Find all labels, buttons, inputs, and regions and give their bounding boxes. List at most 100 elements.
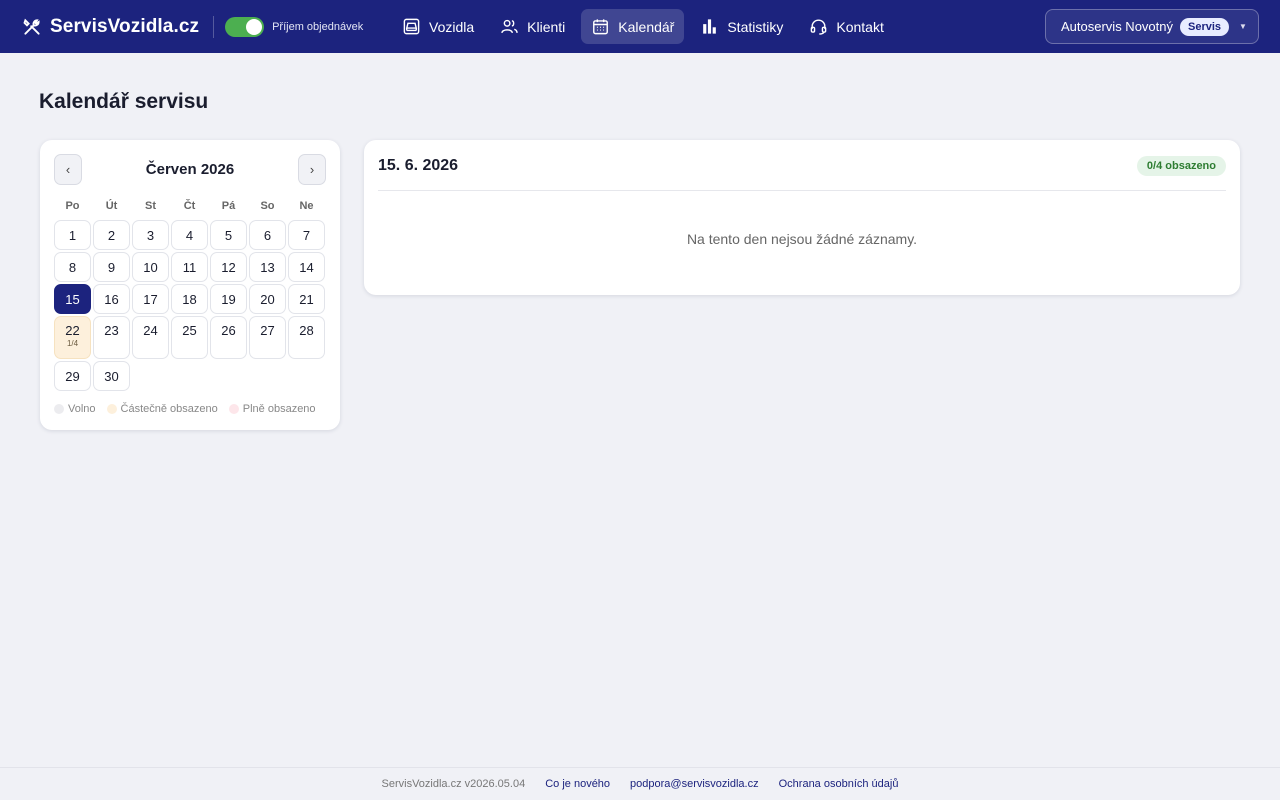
calendar-day[interactable]: 30 [93,361,130,391]
calendar-day[interactable]: 11 [171,252,208,282]
calendar-day[interactable]: 10 [132,252,169,282]
day-number: 4 [185,227,194,243]
nav-item-clients[interactable]: Klienti [490,9,575,44]
legend-swatch [106,404,117,414]
day-number: 16 [104,291,119,307]
nav-label: Klienti [527,18,566,35]
calendar-day[interactable]: 4 [171,220,208,250]
order-intake-toggle[interactable] [225,16,265,37]
day-detail-card: 15. 6. 2026 0/4 obsazeno Na tento den ne… [364,140,1240,295]
calendar-day[interactable]: 5 [210,220,247,250]
calendar-day[interactable]: 29 [54,361,91,391]
calendar-day[interactable]: 6 [249,220,286,250]
day-number: 14 [299,259,314,275]
day-number: 21 [299,291,314,307]
day-number: 26 [221,323,236,338]
calendar-day[interactable]: 23 [93,316,130,359]
calendar-day[interactable]: 2 [93,220,130,250]
brand[interactable]: ServisVozidla.cz [22,16,199,38]
role-badge: Servis [1180,17,1230,36]
calendar-day[interactable]: 13 [249,252,286,282]
privacy-link[interactable]: Ochrana osobních údajů [779,778,899,790]
calendar-day[interactable]: 18 [171,284,208,314]
legend-swatch [54,404,64,414]
car-icon [403,18,420,35]
brand-name: ServisVozidla.cz [50,15,200,37]
day-number: 18 [182,291,197,307]
day-number: 15 [65,291,80,307]
whats-new-link[interactable]: Co je nového [545,778,610,790]
calendar-day[interactable]: 15 [54,284,91,314]
bar-chart-icon [703,19,717,34]
calendar-day[interactable]: 26 [210,316,247,359]
calendar-day[interactable]: 12 [210,252,247,282]
day-number: 9 [107,259,116,275]
day-number: 17 [143,291,158,307]
day-number: 5 [224,227,233,243]
calendar-day[interactable]: 16 [93,284,130,314]
calendar-day[interactable]: 17 [132,284,169,314]
calendar-day[interactable]: 3 [132,220,169,250]
day-number: 25 [182,323,197,338]
calendar-day[interactable]: 22 1/4 [54,316,91,359]
day-number: 10 [143,259,158,275]
calendar-day[interactable]: 1 [54,220,91,250]
users-icon [501,19,518,34]
weekday-label: Út [105,200,118,212]
occupancy-badge: 0/4 obsazeno [1136,156,1226,176]
calendar-day[interactable]: 28 [288,316,325,359]
selected-date: 15. 6. 2026 [378,157,459,174]
account-name: Autoservis Novotný [1061,19,1173,34]
divider [213,15,215,38]
nav-item-statistics[interactable]: Statistiky [690,9,793,44]
top-navigation-bar: ServisVozidla.cz Příjem objednávek Vozid… [0,0,1280,53]
day-number: 27 [260,323,275,338]
day-occupancy: 1/4 [66,339,79,348]
day-number: 12 [221,259,236,275]
page-title: Kalendář servisu [39,90,209,113]
calendar-day[interactable]: 24 [132,316,169,359]
chevron-down-icon: ▼ [1239,22,1247,31]
calendar-day[interactable]: 9 [93,252,130,282]
calendar-day[interactable]: 27 [249,316,286,359]
nav-item-vehicles[interactable]: Vozidla [392,9,484,44]
weekday-header: Po Út St Čt Pá So Ne [54,200,325,212]
weekday-label: Čt [183,200,196,212]
day-number: 29 [65,368,80,384]
day-number: 2 [107,227,116,243]
calendar-day[interactable]: 19 [210,284,247,314]
calendar-day[interactable]: 8 [54,252,91,282]
footer: ServisVozidla.cz v2026.05.04 Co je novéh… [0,767,1280,800]
calendar-day[interactable]: 14 [288,252,325,282]
legend-item: Plně obsazeno [228,403,316,415]
legend-label: Částečně obsazeno [120,403,218,415]
calendar-card: ‹ Červen 2026 › Po Út St Čt Pá So Ne 123456789… [40,140,340,430]
nav-item-contact[interactable]: Kontakt [799,9,893,44]
nav-label: Kalendář [618,18,675,35]
day-number: 22 [65,323,80,338]
day-number: 7 [302,227,311,243]
calendar-day[interactable]: 20 [249,284,286,314]
app-version: ServisVozidla.cz v2026.05.04 [381,778,526,790]
divider [378,190,1226,191]
nav-label: Statistiky [727,18,784,35]
day-number: 1 [68,227,77,243]
calendar-icon [593,19,609,35]
next-month-button[interactable]: › [298,154,326,185]
day-number: 24 [143,323,158,338]
calendar-day[interactable]: 7 [288,220,325,250]
calendar-legend: Volno Částečně obsazeno Plně obsazeno [54,403,327,415]
support-email-link[interactable]: podpora@servisvozidla.cz [630,778,759,790]
day-number: 20 [260,291,275,307]
day-number: 8 [68,259,77,275]
account-switcher[interactable]: Autoservis Novotný Servis ▼ [1045,9,1259,44]
calendar-day[interactable]: 25 [171,316,208,359]
calendar-month-label: Červen 2026 [145,161,235,178]
calendar-grid: 1 2 3 4 5 6 7 8 9 10 11 12 13 14 15 16 17 18 19 20 21 22 1/4 23… [54,220,325,391]
day-number: 28 [299,323,314,338]
day-number: 13 [260,259,275,275]
nav-item-calendar[interactable]: Kalendář [581,9,685,44]
empty-state-message: Na tento den nejsou žádné záznamy. [686,231,918,247]
calendar-day[interactable]: 21 [288,284,325,314]
weekday-label: So [260,200,275,212]
